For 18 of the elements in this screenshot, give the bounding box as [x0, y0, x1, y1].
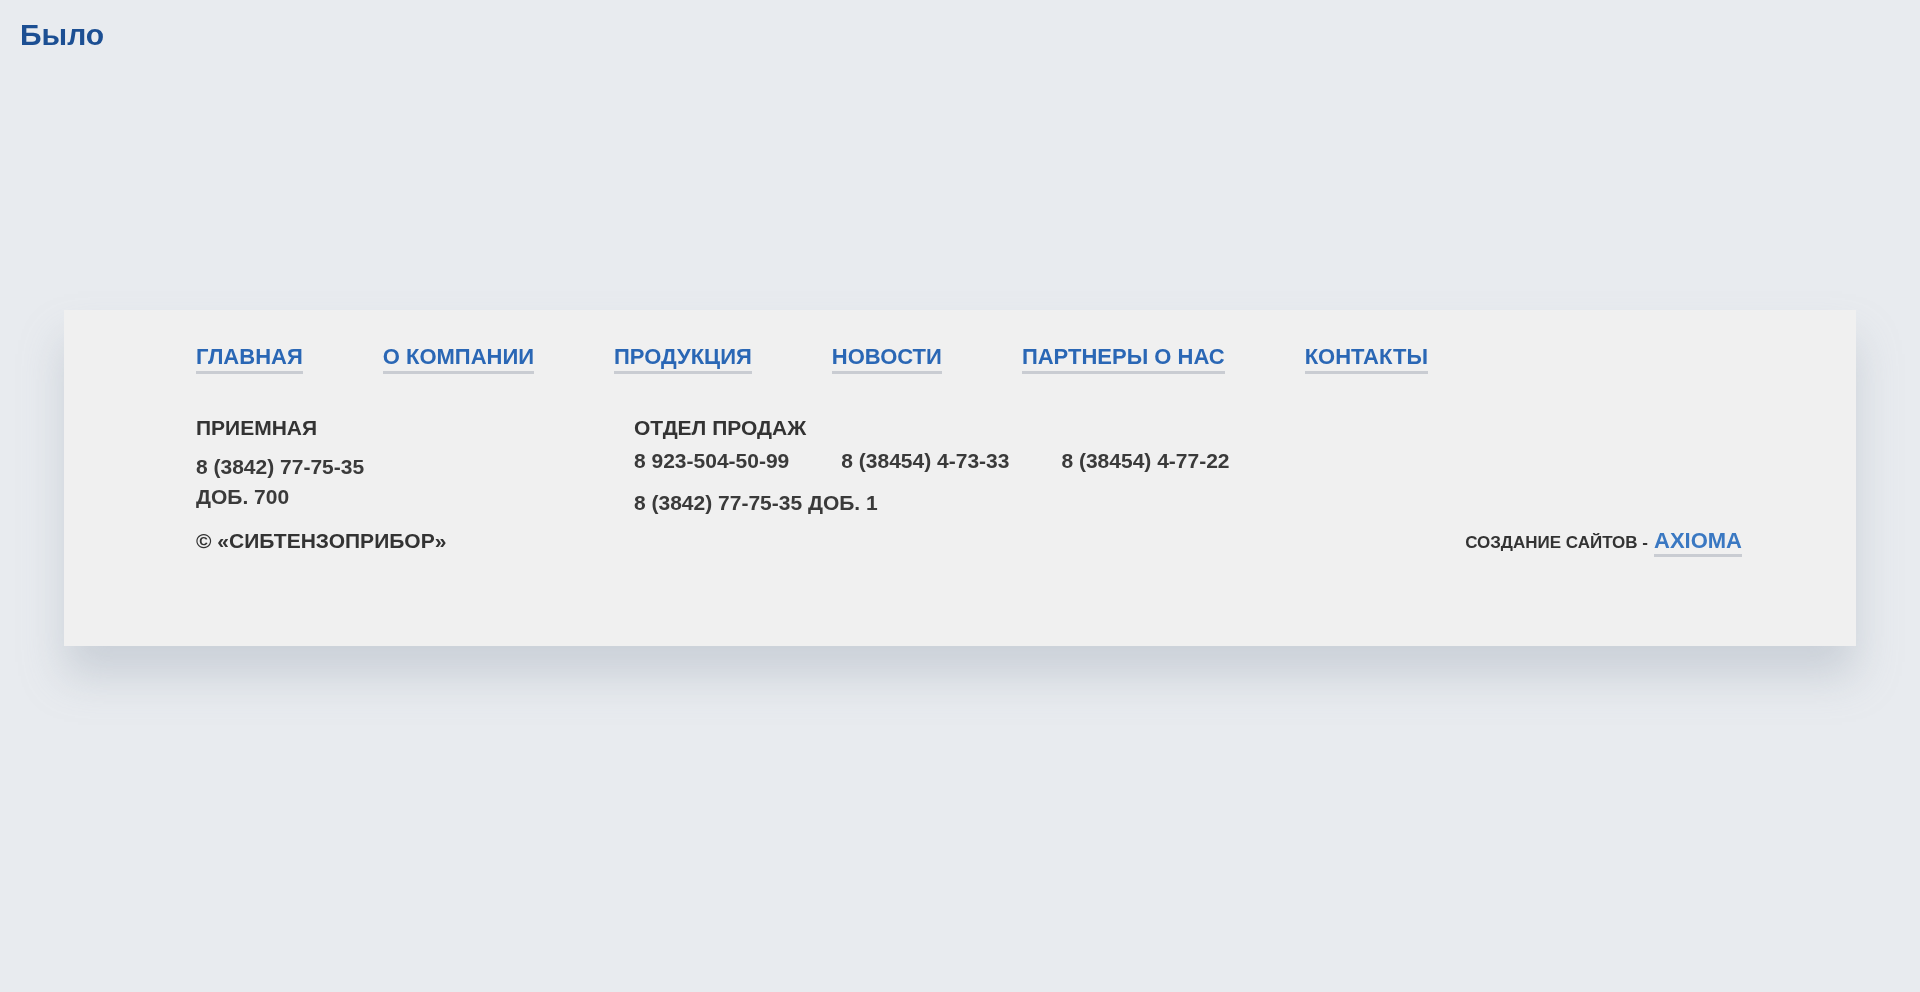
page-heading: Было: [20, 18, 106, 52]
nav-link[interactable]: ПРОДУКЦИЯ: [614, 344, 752, 374]
nav-link[interactable]: О КОМПАНИИ: [382, 344, 535, 374]
sales-phone: 8 923-504-50-99: [634, 448, 790, 474]
reception-phone: 8 (3842) 77-75-35: [196, 454, 366, 480]
nav-link[interactable]: ГЛАВНАЯ: [196, 344, 303, 374]
nav-link[interactable]: НОВОСТИ: [831, 344, 942, 374]
sales-phone: 8 (3842) 77-75-35 ДОБ. 1: [634, 490, 879, 516]
reception-phone: ДОБ. 700: [196, 484, 291, 510]
developer-link[interactable]: AXIOMA: [1654, 528, 1742, 557]
sales-title: ОТДЕЛ ПРОДАЖ: [634, 416, 808, 440]
sales-phone: 8 (38454) 4-73-33: [841, 448, 1010, 474]
sales-phone: 8 (38454) 4-77-22: [1061, 448, 1230, 474]
reception-title: ПРИЕМНАЯ: [196, 416, 319, 440]
nav-link[interactable]: КОНТАКТЫ: [1304, 344, 1428, 374]
nav-link[interactable]: ПАРТНЕРЫ О НАС: [1021, 344, 1225, 374]
copyright-text: © «СИБТЕНЗОПРИБОР»: [196, 529, 447, 553]
credit-text: СОЗДАНИЕ САЙТОВ -: [1465, 533, 1648, 553]
